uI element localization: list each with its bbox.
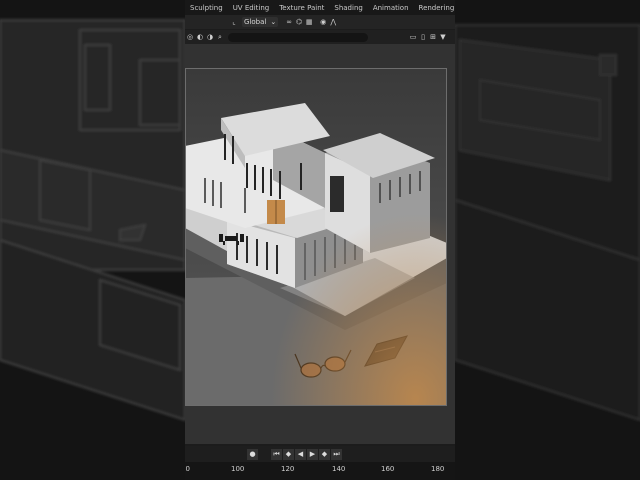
orientation-label: Global [244,18,267,26]
falloff-icon[interactable]: ⋀ [328,17,338,27]
timeline-tick: 80 [185,465,190,473]
proportional-edit-icon[interactable]: ◉ [318,17,328,27]
3d-viewport[interactable] [185,44,455,444]
timeline-tick: 160 [381,465,395,473]
overlay-icon[interactable]: ◐ [195,32,205,42]
hierarchy-icon[interactable]: ⊞ [428,32,438,42]
jump-end-icon[interactable]: ⏭ [331,448,342,460]
filter-icon[interactable]: ▼ [438,32,448,42]
camera-frame [185,68,447,406]
play-icon[interactable]: ▶ [307,448,318,460]
play-reverse-icon[interactable]: ◀ [295,448,306,460]
tab-uv-editing[interactable]: UV Editing [228,4,275,12]
blender-window: Sculpting UV Editing Texture Paint Shadi… [185,0,455,480]
next-keyframe-icon[interactable]: ◆ [319,448,330,460]
tool-settings-bar: ◎ ◐ ◑ ⌕ ▭ ▯ ⊞ ▼ [185,30,455,44]
shading-icon[interactable]: ◑ [205,32,215,42]
search-icon[interactable]: ⌕ [215,32,225,42]
pivot-icon[interactable]: ∞ [284,17,294,27]
prev-keyframe-icon[interactable]: ◆ [283,448,294,460]
jump-start-icon[interactable]: ⏮ [271,448,282,460]
bookmark-icon[interactable]: ▯ [418,32,428,42]
timeline-tick: 180 [431,465,445,473]
tab-sculpting[interactable]: Sculpting [185,4,228,12]
tab-animation[interactable]: Animation [368,4,414,12]
orientation-dropdown[interactable]: Global ⌄ [242,17,279,27]
search-input[interactable] [228,32,368,42]
tab-rendering[interactable]: Rendering [414,4,455,12]
timeline-tick: 120 [281,465,295,473]
tab-shading[interactable]: Shading [329,4,367,12]
viewport-header: ⌞ Global ⌄ ∞ ⌬ ▦ ◉ ⋀ [185,15,455,29]
mode-icon[interactable]: ◎ [185,32,195,42]
record-icon[interactable]: ● [247,448,258,460]
workspace-tabs: Sculpting UV Editing Texture Paint Shadi… [185,0,455,15]
chevron-down-icon: ⌄ [270,18,277,26]
timeline-tick: 100 [231,465,245,473]
view-icon[interactable]: ▭ [408,32,418,42]
timeline-tick: 140 [332,465,346,473]
snap-grid-icon[interactable]: ▦ [304,17,314,27]
playback-controls: ● ⏮ ◆ ◀ ▶ ◆ ⏭ [185,446,455,462]
transform-orientation-icon: ⌞ [232,18,236,26]
tab-texture-paint[interactable]: Texture Paint [274,4,329,12]
timeline-ruler[interactable]: 80 100 120 140 160 180 [185,462,455,480]
magnet-icon[interactable]: ⌬ [294,17,304,27]
